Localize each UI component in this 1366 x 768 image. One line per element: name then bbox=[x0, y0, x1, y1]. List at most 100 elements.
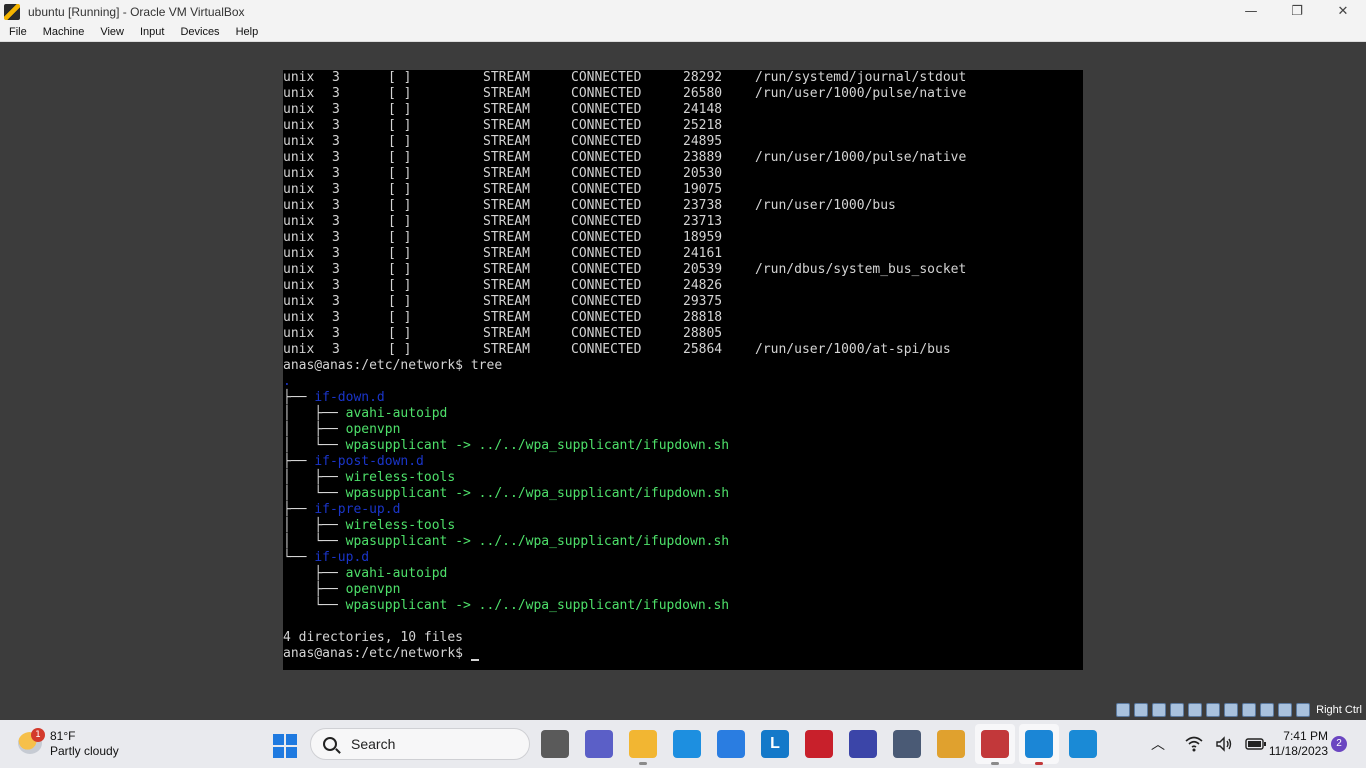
tree-file: wpasupplicant bbox=[345, 438, 448, 453]
netstat-flags: [ ] bbox=[388, 102, 412, 117]
virtualbox-app-icon bbox=[4, 3, 20, 20]
taskbar-app-l-app[interactable]: L bbox=[761, 730, 789, 758]
taskbar-app-task-view[interactable] bbox=[541, 730, 569, 758]
netstat-row: unix 3 [ ] STREAM CONNECTED 19075 bbox=[283, 182, 1083, 198]
netstat-inode: 24826 bbox=[683, 278, 723, 293]
netstat-inode: 20530 bbox=[683, 166, 723, 181]
netstat-path: /run/user/1000/bus bbox=[755, 198, 896, 213]
recording-icon[interactable] bbox=[1242, 703, 1257, 717]
netstat-flags: [ ] bbox=[388, 214, 412, 229]
close-button[interactable]: ✕ bbox=[1320, 0, 1366, 23]
taskbar-app-chat[interactable] bbox=[585, 730, 613, 758]
taskbar-app-edge[interactable] bbox=[673, 730, 701, 758]
netstat-refcnt: 3 bbox=[332, 310, 340, 325]
windows-logo-icon bbox=[273, 734, 284, 745]
weather-badge: 1 bbox=[31, 728, 45, 742]
taskbar-app-file-explorer[interactable] bbox=[629, 730, 657, 758]
menu-devices[interactable]: Devices bbox=[171, 26, 226, 38]
netstat-proto: unix bbox=[283, 342, 315, 357]
netstat-state: CONNECTED bbox=[571, 150, 642, 165]
weather-widget[interactable]: 1 81°F Partly cloudy bbox=[16, 726, 146, 762]
tree-branch: ├── bbox=[283, 502, 315, 517]
running-indicator bbox=[991, 762, 999, 765]
taskbar-app-vpn[interactable] bbox=[849, 730, 877, 758]
hard-disk-icon[interactable] bbox=[1116, 703, 1131, 717]
menu-help[interactable]: Help bbox=[227, 26, 266, 38]
netstat-flags: [ ] bbox=[388, 278, 412, 293]
netstat-state: CONNECTED bbox=[571, 326, 642, 341]
netstat-refcnt: 3 bbox=[332, 86, 340, 101]
clock-date: 11/18/2023 bbox=[1268, 744, 1328, 758]
cpu-icon[interactable] bbox=[1260, 703, 1275, 717]
taskbar-clock[interactable]: 7:41 PM 11/18/2023 bbox=[1258, 729, 1328, 759]
taskbar-app-store[interactable] bbox=[717, 730, 745, 758]
taskbar-app-mcafee[interactable] bbox=[805, 730, 833, 758]
netstat-proto: unix bbox=[283, 134, 315, 149]
menu-machine[interactable]: Machine bbox=[34, 26, 92, 38]
netstat-state: CONNECTED bbox=[571, 70, 642, 85]
netstat-refcnt: 3 bbox=[332, 198, 340, 213]
taskbar-app-snipping-tool[interactable] bbox=[981, 730, 1009, 758]
netstat-type: STREAM bbox=[483, 102, 530, 117]
netstat-row: unix 3 [ ] STREAM CONNECTED 18959 bbox=[283, 230, 1083, 246]
menu-file[interactable]: File bbox=[0, 26, 34, 38]
menu-input[interactable]: Input bbox=[131, 26, 171, 38]
keyboard-icon[interactable] bbox=[1296, 703, 1311, 717]
netstat-refcnt: 3 bbox=[332, 150, 340, 165]
taskbar-app-virtualbox-3d[interactable] bbox=[893, 730, 921, 758]
netstat-row: unix 3 [ ] STREAM CONNECTED 23738/run/user/10… bbox=[283, 198, 1083, 214]
volume-icon[interactable] bbox=[1215, 736, 1233, 752]
display-icon[interactable] bbox=[1224, 703, 1239, 717]
menu-view[interactable]: View bbox=[91, 26, 131, 38]
search-icon bbox=[323, 737, 337, 751]
maximize-button[interactable]: ❐ bbox=[1274, 0, 1320, 23]
taskbar-app-photos[interactable] bbox=[1069, 730, 1097, 758]
netstat-refcnt: 3 bbox=[332, 326, 340, 341]
show-hidden-icons-chevron-icon[interactable]: ︿ bbox=[1151, 734, 1165, 754]
netstat-inode: 28805 bbox=[683, 326, 723, 341]
wifi-icon[interactable] bbox=[1185, 736, 1203, 752]
netstat-proto: unix bbox=[283, 198, 315, 213]
netstat-type: STREAM bbox=[483, 198, 530, 213]
search-label: Search bbox=[351, 736, 396, 752]
netstat-type: STREAM bbox=[483, 230, 530, 245]
notification-badge[interactable]: 2 bbox=[1331, 736, 1347, 752]
taskbar-app-ubuntu-vm[interactable] bbox=[1025, 730, 1053, 758]
netstat-flags: [ ] bbox=[388, 166, 412, 181]
netstat-path: /run/dbus/system_bus_socket bbox=[755, 262, 967, 277]
netstat-path: /run/user/1000/at-spi/bus bbox=[755, 342, 951, 357]
optical-drive-icon[interactable] bbox=[1134, 703, 1149, 717]
tree-symlink-target: -> ../../wpa_supplicant/ifupdown.sh bbox=[447, 438, 730, 453]
tree-branch: ├── bbox=[283, 566, 346, 581]
tree-branch: └── bbox=[283, 550, 315, 565]
audio-icon[interactable] bbox=[1152, 703, 1167, 717]
tree-branch: │ └── bbox=[283, 534, 346, 549]
window-titlebar: ubuntu [Running] - Oracle VM VirtualBox … bbox=[0, 0, 1366, 23]
usb-icon[interactable] bbox=[1188, 703, 1203, 717]
netstat-refcnt: 3 bbox=[332, 262, 340, 277]
taskbar-app-tool-app[interactable] bbox=[937, 730, 965, 758]
tree-branch: └── bbox=[283, 598, 346, 613]
netstat-type: STREAM bbox=[483, 166, 530, 181]
tree-directory: if-pre-up.d bbox=[314, 502, 401, 517]
netstat-inode: 26580 bbox=[683, 86, 723, 101]
start-button[interactable] bbox=[273, 734, 297, 758]
terminal-cursor bbox=[470, 659, 479, 661]
taskbar-search[interactable]: Search bbox=[310, 728, 530, 760]
mouse-integration-icon[interactable] bbox=[1278, 703, 1293, 717]
guest-terminal[interactable]: unix 3 [ ] STREAM CONNECTED 28292/run/systemd… bbox=[283, 70, 1083, 670]
netstat-inode: 19075 bbox=[683, 182, 723, 197]
netstat-proto: unix bbox=[283, 182, 315, 197]
tree-file: wpasupplicant bbox=[345, 486, 448, 501]
netstat-state: CONNECTED bbox=[571, 118, 642, 133]
tree-branch: │ └── bbox=[283, 438, 346, 453]
netstat-flags: [ ] bbox=[388, 262, 412, 277]
netstat-flags: [ ] bbox=[388, 70, 412, 85]
minimize-button[interactable]: — bbox=[1228, 0, 1274, 23]
netstat-proto: unix bbox=[283, 150, 315, 165]
netstat-row: unix 3 [ ] STREAM CONNECTED 28292/run/systemd… bbox=[283, 70, 1083, 86]
shared-folders-icon[interactable] bbox=[1206, 703, 1221, 717]
network-icon[interactable] bbox=[1170, 703, 1185, 717]
netstat-proto: unix bbox=[283, 86, 315, 101]
netstat-flags: [ ] bbox=[388, 310, 412, 325]
